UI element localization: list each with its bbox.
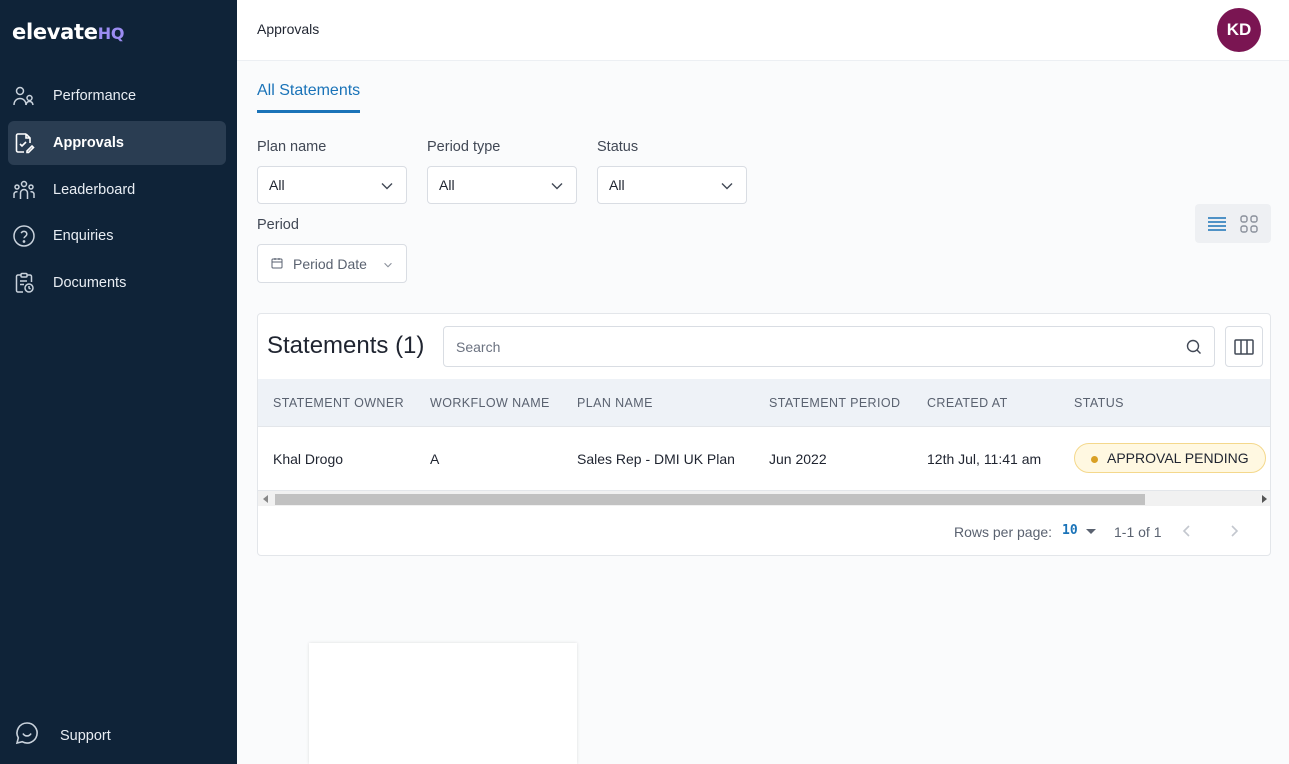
- app-logo[interactable]: elevateHQ: [12, 20, 124, 44]
- period-date-placeholder: Period Date: [293, 255, 367, 272]
- chevron-right-icon: [1231, 525, 1239, 537]
- status-text: APPROVAL PENDING: [1107, 450, 1249, 466]
- pagination: Rows per page: 10 1-1 of 1: [258, 519, 1270, 543]
- search-input[interactable]: [456, 327, 1156, 366]
- sidebar-item-enquiries[interactable]: Enquiries: [8, 214, 226, 258]
- period-type-label: Period type: [427, 139, 501, 155]
- chevron-left-icon: [1182, 525, 1190, 537]
- chevron-down-icon: [550, 179, 564, 196]
- user-avatar[interactable]: KD: [1217, 8, 1261, 52]
- cell-workflow: A: [430, 451, 440, 467]
- column-header[interactable]: STATEMENT PERIOD: [769, 396, 900, 410]
- column-header[interactable]: CREATED AT: [927, 396, 1008, 410]
- period-date-picker[interactable]: Period Date: [257, 244, 407, 283]
- rows-per-page-label: Rows per page:: [954, 524, 1053, 540]
- list-view-button[interactable]: [1202, 209, 1232, 239]
- sidebar-item-label: Approvals: [53, 135, 124, 151]
- rows-per-page-select[interactable]: 10: [1062, 523, 1078, 538]
- column-header[interactable]: WORKFLOW NAME: [430, 396, 550, 410]
- status-dot: [1091, 456, 1098, 463]
- statements-title: Statements (1): [267, 332, 425, 359]
- period-type-select[interactable]: All: [427, 166, 577, 204]
- column-header[interactable]: STATUS: [1074, 396, 1124, 410]
- grid-view-button[interactable]: [1234, 209, 1264, 239]
- status-badge: APPROVAL PENDING: [1074, 443, 1266, 473]
- cell-period: Jun 2022: [769, 451, 827, 467]
- sidebar: elevateHQ Performance Approvals Leaderbo…: [0, 0, 237, 764]
- sidebar-item-label: Documents: [53, 275, 127, 291]
- plan-name-label: Plan name: [257, 139, 327, 155]
- sidebar-item-label: Leaderboard: [53, 182, 136, 198]
- search-icon[interactable]: [1186, 339, 1202, 360]
- page-range: 1-1 of 1: [1114, 524, 1162, 540]
- column-header[interactable]: STATEMENT OWNER: [273, 396, 404, 410]
- status-select[interactable]: All: [597, 166, 747, 204]
- chevron-down-icon: [720, 179, 734, 196]
- status-value: All: [609, 177, 625, 193]
- list-view-icon: [1208, 216, 1226, 231]
- scrollbar-thumb[interactable]: [275, 494, 1145, 505]
- cell-owner: Khal Drogo: [273, 451, 344, 467]
- sidebar-item-label: Performance: [53, 88, 137, 104]
- statements-card: Statements (1) STATEMENT OWNER WORKFLOW …: [257, 313, 1271, 556]
- plan-name-value: All: [269, 177, 285, 193]
- table-row[interactable]: Khal Drogo A Sales Rep - DMI UK Plan Jun…: [258, 427, 1270, 490]
- sidebar-item-performance[interactable]: Performance: [8, 74, 226, 118]
- performance-icon: [12, 84, 36, 108]
- sidebar-item-documents[interactable]: Documents: [8, 261, 226, 305]
- table-header: STATEMENT OWNER WORKFLOW NAME PLAN NAME …: [258, 379, 1270, 427]
- leaderboard-icon: [12, 178, 36, 202]
- scroll-right-arrow-icon[interactable]: [1262, 495, 1267, 503]
- sidebar-item-leaderboard[interactable]: Leaderboard: [8, 168, 226, 212]
- column-header[interactable]: PLAN NAME: [577, 396, 653, 410]
- scroll-left-arrow-icon[interactable]: [263, 495, 268, 503]
- search-box: [443, 326, 1215, 367]
- columns-button[interactable]: [1225, 326, 1263, 367]
- columns-icon: [1234, 338, 1254, 355]
- chevron-down-icon: [382, 258, 394, 274]
- grid-view-icon: [1240, 214, 1258, 233]
- approvals-icon: [12, 131, 36, 155]
- help-circle-icon: [12, 224, 36, 248]
- horizontal-scrollbar[interactable]: [258, 490, 1270, 506]
- calendar-icon: [271, 256, 283, 272]
- period-label: Period: [257, 217, 299, 233]
- documents-icon: [12, 271, 36, 295]
- top-header: Approvals KD: [237, 0, 1289, 61]
- chat-bubble-icon: [14, 720, 40, 751]
- sidebar-item-label: Enquiries: [53, 228, 114, 244]
- view-toggle: [1195, 204, 1271, 243]
- tab-all-statements[interactable]: All Statements: [257, 82, 361, 113]
- support-label: Support: [60, 727, 111, 744]
- empty-dropdown-panel: [309, 643, 577, 764]
- page-title: Approvals: [257, 21, 320, 37]
- sidebar-item-approvals[interactable]: Approvals: [8, 121, 226, 165]
- period-type-value: All: [439, 177, 455, 193]
- chevron-down-icon: [380, 179, 394, 196]
- prev-page-button[interactable]: [1175, 519, 1199, 543]
- next-page-button[interactable]: [1222, 519, 1246, 543]
- support-button[interactable]: Support: [14, 720, 111, 751]
- cell-created-at: 12th Jul, 11:41 am: [927, 451, 1042, 467]
- caret-down-icon[interactable]: [1086, 529, 1096, 534]
- cell-plan: Sales Rep - DMI UK Plan: [577, 451, 735, 467]
- status-label: Status: [597, 139, 639, 155]
- plan-name-select[interactable]: All: [257, 166, 407, 204]
